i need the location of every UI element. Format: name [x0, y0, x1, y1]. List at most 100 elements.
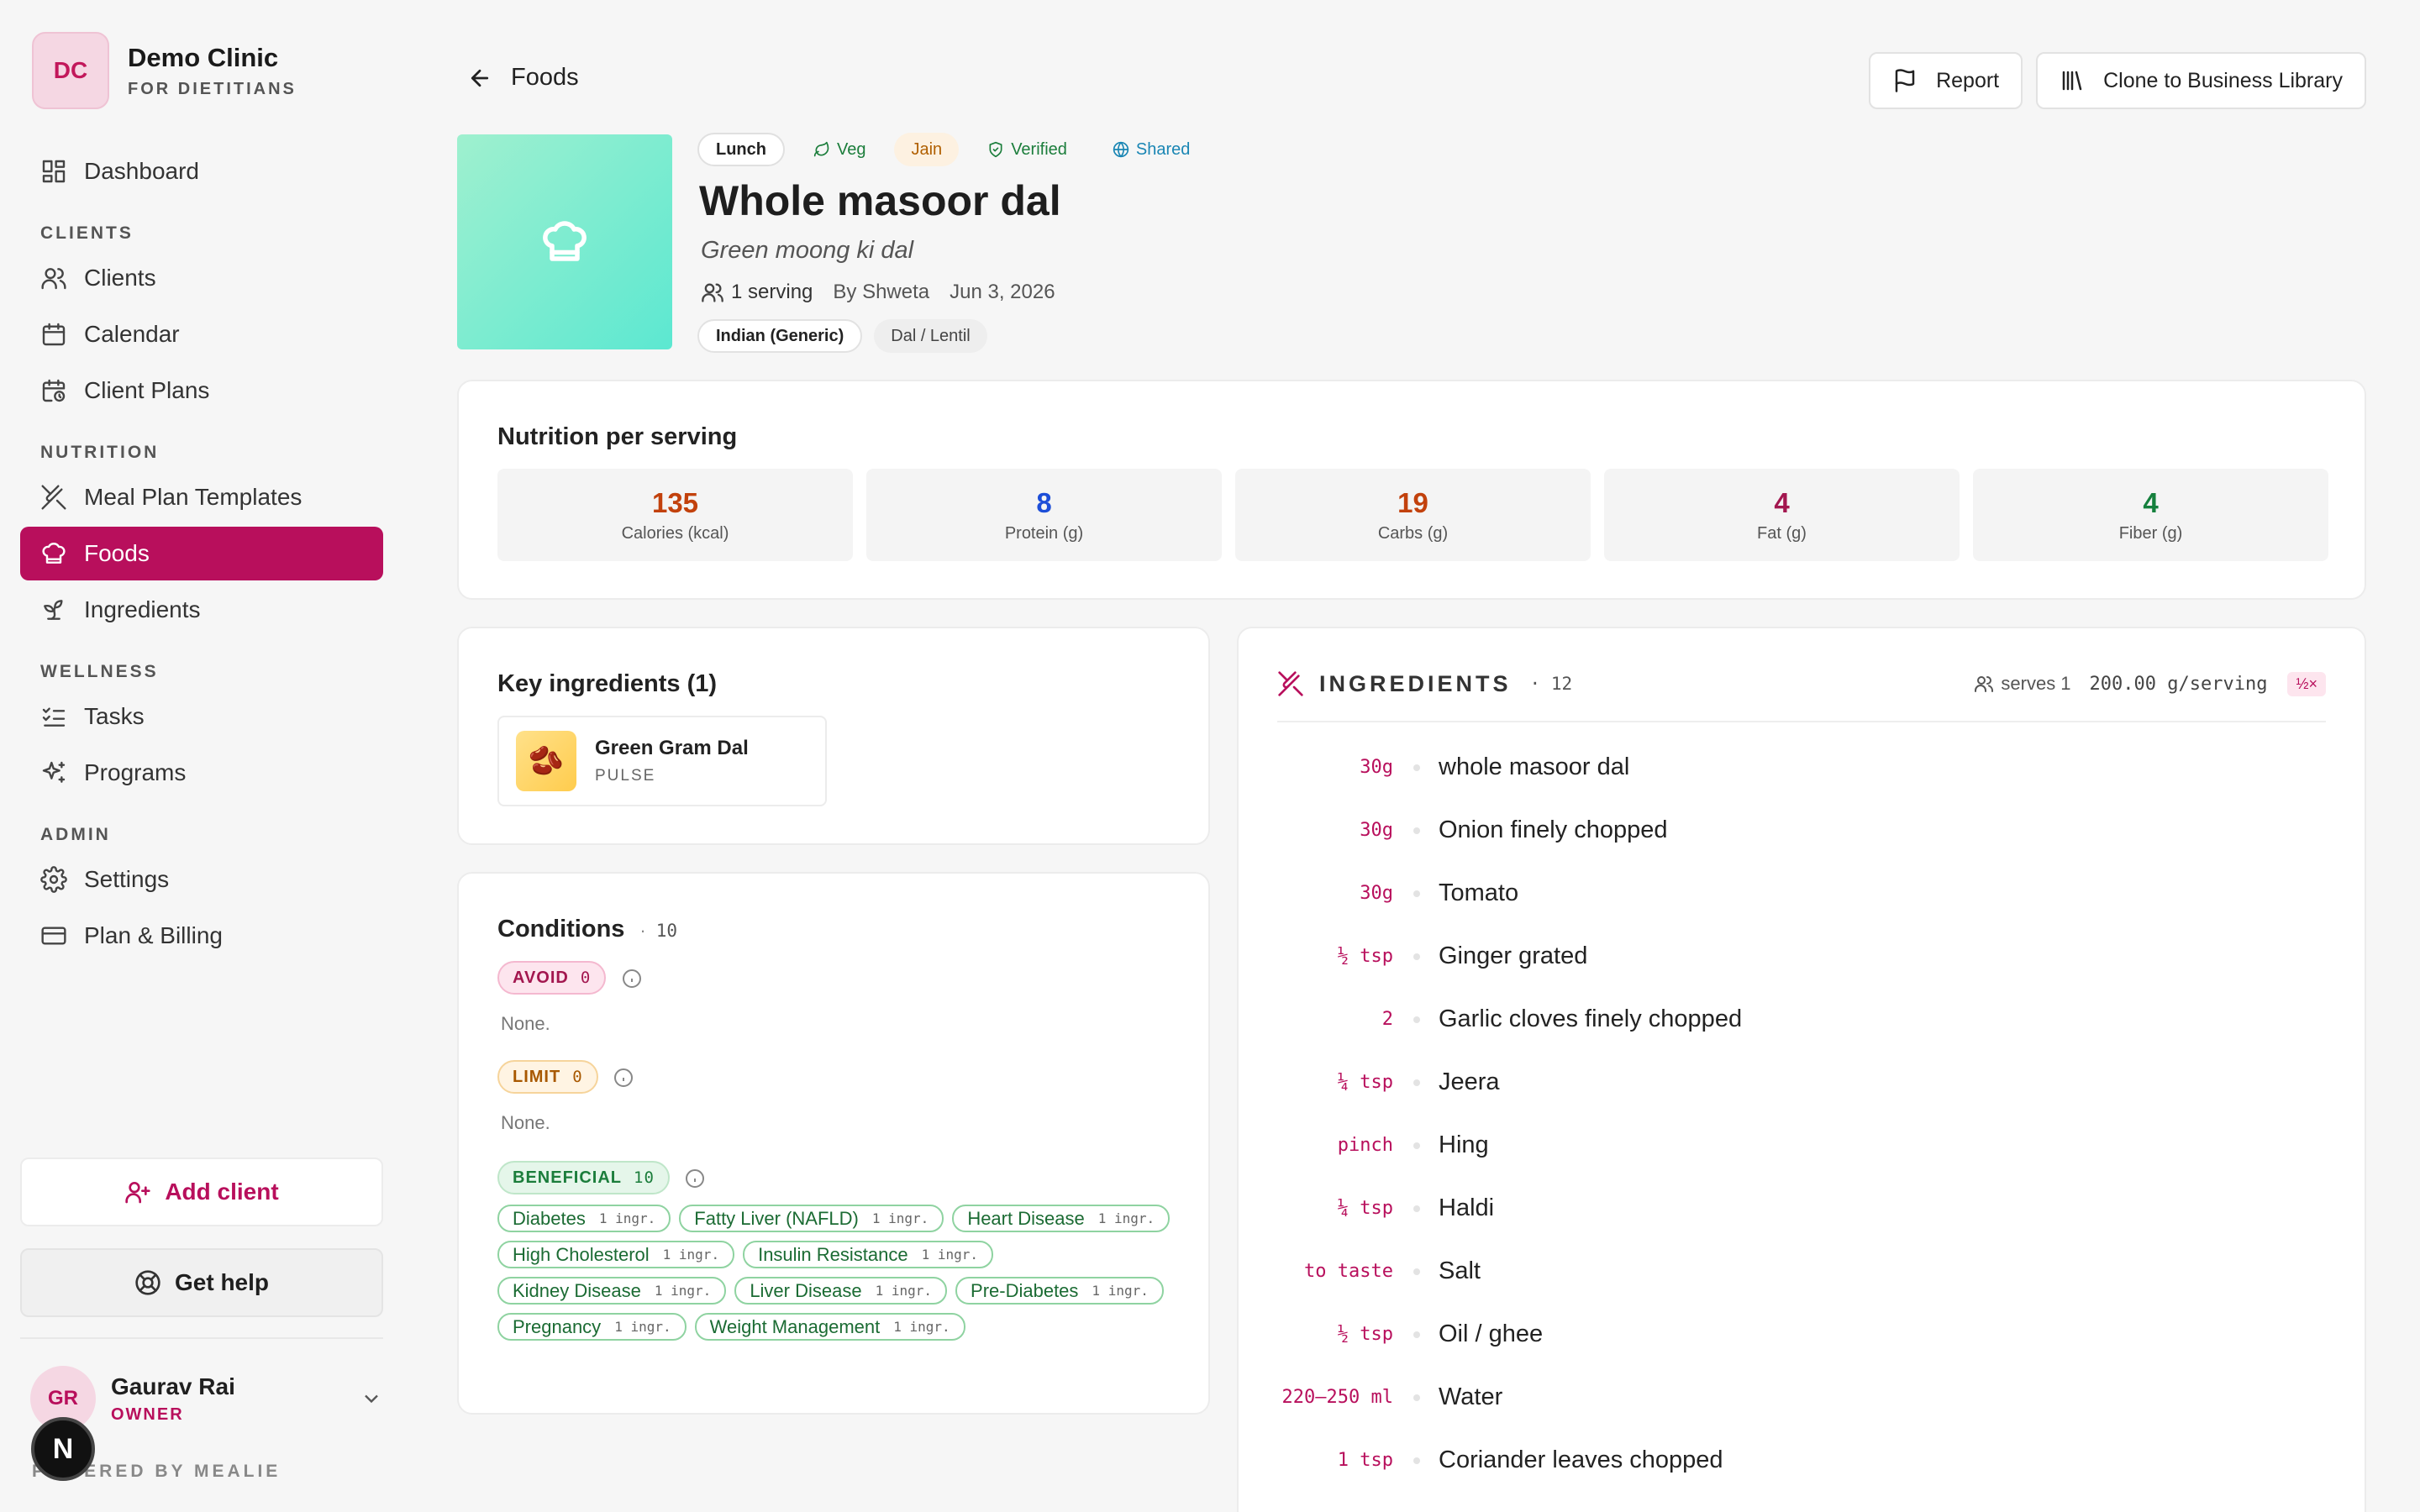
condition-tag[interactable]: Pre-Diabetes 1 ingr. — [955, 1277, 1164, 1305]
sparkles-icon — [42, 761, 66, 783]
sidebar-item-meal-plan-templates[interactable]: Meal Plan Templates — [20, 470, 383, 524]
condition-tag[interactable]: Heart Disease 1 ingr. — [952, 1205, 1171, 1232]
ingredient-qty: 2 — [1381, 1009, 1393, 1030]
info-icon[interactable] — [622, 969, 642, 989]
bullet-dot — [1413, 1016, 1420, 1023]
sidebar-item-clients[interactable]: Clients — [20, 251, 383, 305]
list-item: 30g Tomato — [1277, 862, 2329, 925]
sidebar-item-label: Tasks — [84, 703, 145, 729]
condition-tag[interactable]: Fatty Liver (NAFLD) 1 ingr. — [679, 1205, 944, 1232]
sidebar-item-settings[interactable]: Settings — [20, 853, 383, 906]
add-client-label: Add client — [165, 1179, 279, 1205]
scale-toggle[interactable]: ½× — [2287, 671, 2326, 696]
beneficial-block: BENEFICIAL 10 — [497, 1161, 705, 1194]
sidebar-item-calendar[interactable]: Calendar — [20, 307, 383, 361]
users-icon — [1975, 676, 1994, 692]
back-link[interactable]: Foods — [467, 64, 579, 92]
bullet-dot — [1413, 1205, 1420, 1212]
author: By Shweta — [833, 281, 930, 303]
servings: 1 serving — [701, 281, 813, 304]
conditions-header: Conditions · 10 — [497, 916, 677, 943]
beneficial-label: BENEFICIAL — [513, 1168, 622, 1187]
ingredient-name: Ginger grated — [1439, 942, 1588, 969]
conditions-card: Conditions · 10 AVOID 0 None. LIMIT 0 No… — [457, 872, 1210, 1415]
list-item: pinch Hing — [1277, 1114, 2329, 1177]
nutrition-label: Calories (kcal) — [621, 523, 729, 543]
sidebar-item-dashboard[interactable]: Dashboard — [20, 144, 383, 198]
chevron-down-icon[interactable] — [360, 1387, 383, 1410]
user-name: Gaurav Rai — [111, 1373, 235, 1399]
nutrition-title: Nutrition per serving — [497, 423, 738, 450]
condition-tag[interactable]: High Cholesterol 1 ingr. — [497, 1241, 735, 1268]
limit-label: LIMIT — [513, 1067, 561, 1086]
sidebar-item-ingredients[interactable]: Ingredients — [20, 583, 383, 637]
sidebar-item-foods[interactable]: Foods — [20, 527, 383, 580]
sidebar-item-client-plans[interactable]: Client Plans — [20, 364, 383, 417]
nutrition-label: Protein (g) — [1004, 523, 1084, 543]
key-ingredient-item[interactable]: 🫘 Green Gram Dal PULSE — [497, 716, 827, 806]
sidebar-item-label: Dashboard — [84, 158, 199, 184]
add-client-button[interactable]: Add client — [20, 1158, 383, 1226]
bullet-dot — [1413, 1394, 1420, 1401]
brand-logo: DC — [32, 32, 109, 109]
food-meta: 1 serving By Shweta Jun 3, 2026 — [701, 281, 1055, 304]
header-actions: Report Clone to Business Library — [1869, 52, 2366, 109]
condition-tag[interactable]: Pregnancy 1 ingr. — [497, 1313, 687, 1341]
ingredient-qty: 30g — [1360, 820, 1393, 841]
sidebar-item-tasks[interactable]: Tasks — [20, 690, 383, 743]
brand-name: Demo Clinic — [128, 42, 279, 72]
limit-empty: None. — [501, 1112, 550, 1133]
condition-tag[interactable]: Kidney Disease 1 ingr. — [497, 1277, 727, 1305]
condition-name: Fatty Liver (NAFLD) — [694, 1207, 859, 1229]
ingredient-name: whole masoor dal — [1439, 753, 1630, 780]
user-menu[interactable]: GR Gaurav Rai OWNER — [30, 1366, 383, 1431]
nutrition-value: 135 — [651, 486, 699, 518]
sidebar-item-label: Clients — [84, 265, 156, 291]
ingredient-name: Salt — [1439, 1257, 1481, 1284]
brand[interactable]: DC Demo Clinic FOR DIETITIANS — [32, 32, 297, 109]
date: Jun 3, 2026 — [950, 281, 1055, 303]
nutrition-value: 8 — [1036, 486, 1052, 518]
nutrition-value: 4 — [2143, 486, 2159, 518]
ingredient-name: Jeera — [1439, 1068, 1500, 1095]
next-dev-badge[interactable]: N — [31, 1417, 95, 1481]
nutrition-fat: 4 Fat (g) — [1604, 469, 1960, 561]
list-item: 30g whole masoor dal — [1277, 736, 2329, 799]
sidebar-divider — [20, 1337, 383, 1339]
avoid-label: AVOID — [513, 968, 569, 987]
list-item: to taste Salt — [1277, 1240, 2329, 1303]
condition-info: 1 ingr. — [875, 1283, 933, 1299]
condition-tag[interactable]: Insulin Resistance 1 ingr. — [743, 1241, 994, 1268]
condition-tag[interactable]: Weight Management 1 ingr. — [694, 1313, 965, 1341]
info-icon[interactable] — [613, 1068, 634, 1088]
user-plus-icon — [125, 1182, 150, 1204]
sidebar-item-plan-billing[interactable]: Plan & Billing — [20, 909, 383, 963]
condition-tag[interactable]: Liver Disease 1 ingr. — [734, 1277, 948, 1305]
list-item: ¼ tsp Jeera — [1277, 1051, 2329, 1114]
sidebar-item-label: Client Plans — [84, 377, 210, 403]
food-subtitle: Green moong ki dal — [701, 237, 914, 264]
key-ingredients-card: Key ingredients (1) 🫘 Green Gram Dal PUL… — [457, 627, 1210, 845]
condition-name: High Cholesterol — [513, 1243, 650, 1265]
ingredients-count: · 12 — [1529, 674, 1573, 694]
info-icon[interactable] — [685, 1168, 705, 1189]
nutrition-grid: 135 Calories (kcal) 8 Protein (g) 19 Car… — [497, 469, 2328, 561]
globe-icon — [1113, 141, 1129, 158]
nutrition-label: Fiber (g) — [2118, 523, 2183, 543]
report-button[interactable]: Report — [1869, 52, 2023, 109]
back-label: Foods — [511, 64, 579, 91]
list-item: 2 Garlic cloves finely chopped — [1277, 988, 2329, 1051]
nav-section-admin: ADMIN — [40, 825, 111, 844]
clone-button[interactable]: Clone to Business Library — [2036, 52, 2366, 109]
bullet-dot — [1413, 1457, 1420, 1464]
bullet-dot — [1413, 827, 1420, 834]
condition-info: 1 ingr. — [662, 1247, 720, 1263]
conditions-title: Conditions — [497, 916, 625, 942]
ingredient-qty: ¼ tsp — [1337, 1198, 1393, 1219]
condition-tag[interactable]: Diabetes 1 ingr. — [497, 1205, 671, 1232]
ingredient-name: Tomato — [1439, 879, 1519, 906]
sidebar-item-programs[interactable]: Programs — [20, 746, 383, 800]
list-item: 30g Onion finely chopped — [1277, 799, 2329, 862]
nutrition-protein: 8 Protein (g) — [866, 469, 1222, 561]
get-help-button[interactable]: Get help — [20, 1248, 383, 1317]
